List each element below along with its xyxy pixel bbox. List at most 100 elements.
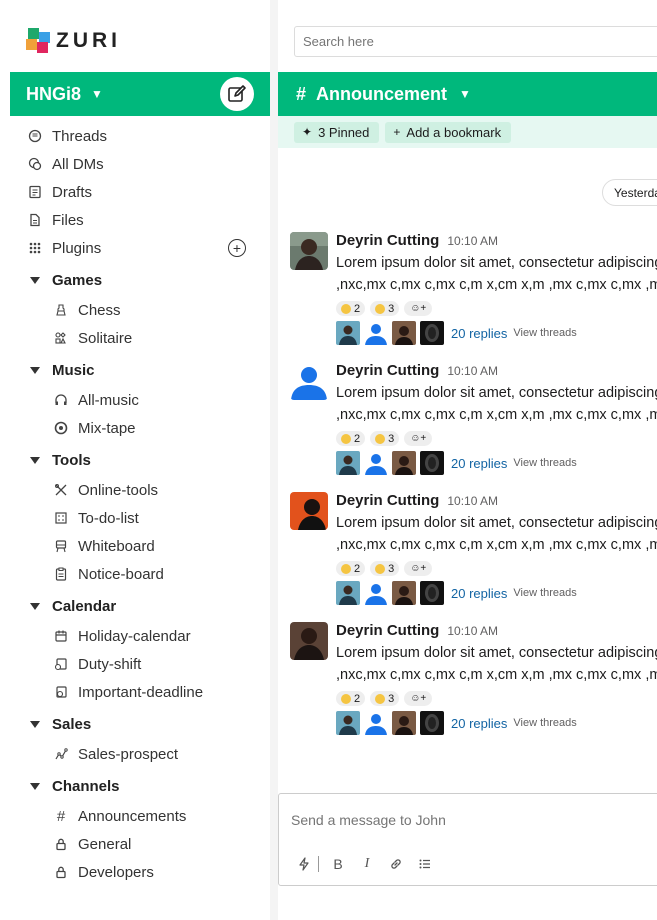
avatar[interactable] xyxy=(290,622,328,660)
thread-avatar xyxy=(364,581,388,605)
pinned-button[interactable]: ✦ 3 Pinned xyxy=(294,121,380,143)
sidebar-item-holiday-calendar[interactable]: Holiday-calendar xyxy=(0,622,270,650)
message-input[interactable] xyxy=(291,812,651,828)
sidebar-item-duty-shift[interactable]: Duty-shift xyxy=(0,650,270,678)
sidebar-item-label: Whiteboard xyxy=(78,537,155,555)
lightning-icon[interactable] xyxy=(293,854,315,874)
add-reaction-button[interactable]: ☺+ xyxy=(404,691,433,706)
message-author[interactable]: Deyrin Cutting xyxy=(336,492,439,509)
group-label: Tools xyxy=(52,451,91,469)
channel-toolbar: ✦ 3 Pinned + Add a bookmark xyxy=(278,116,657,148)
threads-icon xyxy=(26,127,44,145)
message-author[interactable]: Deyrin Cutting xyxy=(336,362,439,379)
sidebar-item-threads[interactable]: Threads xyxy=(0,122,270,150)
channel-item-developers[interactable]: Developers xyxy=(0,858,270,886)
reaction-chip[interactable]: 2 xyxy=(336,691,366,706)
channel-item-general[interactable]: General xyxy=(0,830,270,858)
sidebar-item-label: Threads xyxy=(52,127,108,145)
avatar[interactable] xyxy=(290,492,328,530)
add-reaction-button[interactable]: ☺+ xyxy=(404,301,433,316)
add-bookmark-button[interactable]: + Add a bookmark xyxy=(385,121,512,143)
day-divider[interactable]: Yesterday xyxy=(602,179,657,206)
avatar[interactable] xyxy=(290,232,328,270)
bold-button[interactable]: B xyxy=(327,854,349,874)
sidebar-item-chess[interactable]: Chess xyxy=(0,296,270,324)
add-reaction-button[interactable]: ☺+ xyxy=(404,431,433,446)
format-toolbar: B I xyxy=(293,854,443,874)
sidebar-item-notice-board[interactable]: Notice-board xyxy=(0,560,270,588)
sidebar-item-solitaire[interactable]: Solitaire xyxy=(0,324,270,352)
message-author[interactable]: Deyrin Cutting xyxy=(336,622,439,639)
group-label: Music xyxy=(52,361,95,379)
sidebar-item-label: Developers xyxy=(78,863,154,881)
chevron-down-icon: ▼ xyxy=(91,87,103,101)
sidebar-item-mix-tape[interactable]: Mix-tape xyxy=(0,414,270,442)
compose-button[interactable] xyxy=(220,77,254,111)
view-threads-link[interactable]: View threads xyxy=(513,457,576,469)
sidebar-divider xyxy=(270,0,278,920)
group-header-games[interactable]: Games xyxy=(0,266,270,294)
sidebar-item-all-dms[interactable]: All DMs xyxy=(0,150,270,178)
group-header-tools[interactable]: Tools xyxy=(0,446,270,474)
view-threads-link[interactable]: View threads xyxy=(513,587,576,599)
italic-button[interactable]: I xyxy=(356,854,378,874)
message-time: 10:10 AM xyxy=(447,234,499,248)
sidebar-item-label: Duty-shift xyxy=(78,655,142,673)
sidebar-item-sales-prospect[interactable]: Sales-prospect xyxy=(0,740,270,768)
bullet-list-icon[interactable] xyxy=(414,854,436,874)
group-header-calendar[interactable]: Calendar xyxy=(0,592,270,620)
search-box[interactable] xyxy=(294,26,657,57)
link-icon[interactable] xyxy=(385,854,407,874)
clipboard-icon xyxy=(52,565,70,583)
reaction-chip[interactable]: 3 xyxy=(370,431,400,446)
sidebar-item-whiteboard[interactable]: Whiteboard xyxy=(0,532,270,560)
drafts-icon xyxy=(26,183,44,201)
sidebar-item-online-tools[interactable]: Online-tools xyxy=(0,476,270,504)
sidebar-item-drafts[interactable]: Drafts xyxy=(0,178,270,206)
avatar[interactable] xyxy=(290,362,328,400)
reaction-chip[interactable]: 2 xyxy=(336,301,366,316)
sidebar-item-plugins[interactable]: Plugins + xyxy=(0,234,270,262)
view-threads-link[interactable]: View threads xyxy=(513,717,576,729)
sidebar-item-all-music[interactable]: All-music xyxy=(0,386,270,414)
reaction-count: 3 xyxy=(388,692,395,705)
group-header-channels[interactable]: Channels xyxy=(0,772,270,800)
workspace-header[interactable]: HNGi8 ▼ xyxy=(10,72,270,116)
brand-name: ZURI xyxy=(56,29,121,52)
sidebar-item-label: To-do-list xyxy=(78,509,139,527)
sidebar-item-label: Announcements xyxy=(78,807,187,825)
reaction-chip[interactable]: 3 xyxy=(370,301,400,316)
channel-item-announcements[interactable]: # Announcements xyxy=(0,802,270,830)
zuri-logo-mark xyxy=(26,28,52,54)
replies-link[interactable]: 20 replies xyxy=(451,456,507,471)
zuri-logo[interactable]: ZURI xyxy=(26,28,121,54)
group-header-sales[interactable]: Sales xyxy=(0,710,270,738)
add-plugin-button[interactable]: + xyxy=(228,239,246,257)
replies-link[interactable]: 20 replies xyxy=(451,586,507,601)
sidebar-item-important-deadline[interactable]: Important-deadline xyxy=(0,678,270,706)
add-reaction-button[interactable]: ☺+ xyxy=(404,561,433,576)
sidebar-item-label: Mix-tape xyxy=(78,419,136,437)
reaction-chip[interactable]: 3 xyxy=(370,691,400,706)
sidebar-item-to-do-list[interactable]: To-do-list xyxy=(0,504,270,532)
reaction-chip[interactable]: 3 xyxy=(370,561,400,576)
replies-link[interactable]: 20 replies xyxy=(451,716,507,731)
emoji-icon xyxy=(375,433,386,444)
replies-link[interactable]: 20 replies xyxy=(451,326,507,341)
message-author[interactable]: Deyrin Cutting xyxy=(336,232,439,249)
group-header-music[interactable]: Music xyxy=(0,356,270,384)
reaction-chip[interactable]: 2 xyxy=(336,561,366,576)
group-label: Sales xyxy=(52,715,92,733)
channel-header[interactable]: # Announcement ▼ xyxy=(278,72,657,116)
sidebar-item-label: Solitaire xyxy=(78,329,133,347)
reaction-count: 2 xyxy=(354,432,361,445)
search-input[interactable] xyxy=(295,27,657,56)
sidebar-item-files[interactable]: Files xyxy=(0,206,270,234)
hash-icon: # xyxy=(296,83,307,104)
reaction-count: 2 xyxy=(354,302,361,315)
reaction-chip[interactable]: 2 xyxy=(336,431,366,446)
message-composer: B I xyxy=(278,793,657,886)
message-time: 10:10 AM xyxy=(447,494,499,508)
thread-avatar xyxy=(364,451,388,475)
view-threads-link[interactable]: View threads xyxy=(513,327,576,339)
